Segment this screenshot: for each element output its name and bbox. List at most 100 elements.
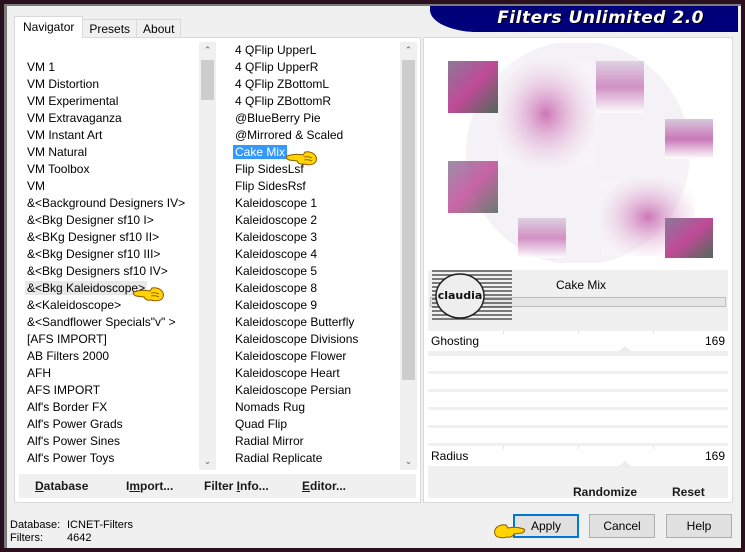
list-item[interactable]: Alf's Border FX: [21, 399, 199, 416]
list-item-label: Radial Replicate: [235, 451, 323, 465]
list-item[interactable]: &<Bkg Designer sf10 III>: [21, 246, 199, 263]
list-item[interactable]: 4 QFlip UpperR: [229, 59, 400, 76]
list-item-label: @BlueBerry Pie: [235, 111, 321, 125]
list-item[interactable]: &<Bkg Designer sf10 I>: [21, 212, 199, 229]
list-item-label: VM Natural: [27, 145, 88, 159]
scroll-down-icon[interactable]: ⌄: [199, 453, 216, 470]
category-scrollbar[interactable]: ⌃ ⌄: [199, 42, 216, 470]
list-item[interactable]: &<Sandflower Specials"v" >: [21, 314, 199, 331]
list-item[interactable]: Kaleidoscope 5: [229, 263, 400, 280]
cancel-button[interactable]: Cancel: [589, 514, 655, 538]
list-item-label: Kaleidoscope 2: [235, 213, 318, 227]
ghosting-slider[interactable]: Ghosting 169: [428, 331, 728, 352]
list-item-label: VM: [27, 179, 45, 193]
randomize-button[interactable]: Randomize: [573, 485, 637, 499]
list-item[interactable]: VM: [21, 178, 199, 195]
list-item-label: Alf's Power Toys: [27, 451, 115, 465]
list-item-label: @Mirrored & Scaled: [235, 128, 344, 142]
reset-button[interactable]: Reset: [672, 485, 705, 499]
list-item[interactable]: Kaleidoscope 9: [229, 297, 400, 314]
list-item[interactable]: &<BKg Designer sf10 II>: [21, 229, 199, 246]
import-label-rest: port...: [140, 479, 174, 493]
slider-tick: [578, 331, 579, 334]
list-item[interactable]: Alf's Power Grads: [21, 416, 199, 433]
list-item[interactable]: Flip SidesRsf: [229, 178, 400, 195]
filter-list[interactable]: 4 QFlip UpperL 4 QFlip UpperR 4 QFlip ZBot…: [229, 42, 417, 470]
list-item-label: VM Toolbox: [27, 162, 90, 176]
list-item[interactable]: Kaleidoscope 3: [229, 229, 400, 246]
help-button[interactable]: Help: [666, 514, 732, 538]
radius-slider-thumb[interactable]: [618, 461, 632, 467]
import-button[interactable]: Import...: [126, 479, 173, 493]
list-item[interactable]: VM Toolbox: [21, 161, 199, 178]
list-item[interactable]: VM Experimental: [21, 93, 199, 110]
list-item[interactable]: Kaleidoscope 8: [229, 280, 400, 297]
list-item-label: &<Kaleidoscope>: [27, 298, 122, 312]
list-item[interactable]: Radial Replicate: [229, 450, 400, 467]
list-item[interactable]: Quad Flip: [229, 416, 400, 433]
list-item-label: VM Instant Art: [27, 128, 103, 142]
pointing-hand-icon: [285, 151, 317, 166]
list-item[interactable]: VM Instant Art: [21, 127, 199, 144]
list-item[interactable]: Kaleidoscope Divisions: [229, 331, 400, 348]
list-item[interactable]: Kaleidoscope 1: [229, 195, 400, 212]
scroll-down-icon[interactable]: ⌄: [400, 453, 417, 470]
list-item[interactable]: &<Bkg Kaleidoscope>: [21, 280, 199, 297]
list-item-label: Kaleidoscope 4: [235, 247, 318, 261]
list-item-label: Kaleidoscope 8: [235, 281, 318, 295]
list-item[interactable]: AFS IMPORT: [21, 382, 199, 399]
list-item-label: Kaleidoscope 3: [235, 230, 318, 244]
scroll-up-icon[interactable]: ⌃: [400, 42, 417, 59]
filter-info-button[interactable]: Filter Info...: [204, 479, 269, 493]
list-item[interactable]: Seamless Blend: [229, 467, 400, 470]
list-item[interactable]: Kaleidoscope 4: [229, 246, 400, 263]
list-item[interactable]: Kaleidoscope Heart: [229, 365, 400, 382]
tab-presets[interactable]: Presets: [82, 19, 138, 38]
list-item[interactable]: @Mirrored & Scaled: [229, 127, 400, 144]
preview-tile: [665, 119, 713, 159]
list-item-label: &<Bkg Designer sf10 III>: [27, 247, 161, 261]
database-status: Database: ICNET-Filters: [10, 519, 133, 531]
scrollbar-thumb[interactable]: [402, 60, 415, 380]
pointing-hand-icon: [132, 287, 164, 302]
list-item[interactable]: Kaleidoscope Persian: [229, 382, 400, 399]
list-item[interactable]: Kaleidoscope Flower: [229, 348, 400, 365]
list-item[interactable]: 4 QFlip ZBottomR: [229, 93, 400, 110]
list-item[interactable]: 4 QFlip ZBottomL: [229, 76, 400, 93]
list-item[interactable]: AB Filters 2000: [21, 348, 199, 365]
list-item[interactable]: VM Distortion: [21, 76, 199, 93]
list-item[interactable]: Alf's Power Toys: [21, 450, 199, 467]
list-item[interactable]: @BlueBerry Pie: [229, 110, 400, 127]
list-item-label: &<Bkg Designer sf10 I>: [27, 213, 154, 227]
list-item[interactable]: Alf's Power Sines: [21, 433, 199, 450]
list-item-label: Seamless Blend: [233, 468, 324, 470]
radius-slider[interactable]: Radius 169: [428, 446, 728, 467]
list-item[interactable]: AFH: [21, 365, 199, 382]
preview-canvas: [448, 43, 713, 263]
list-item[interactable]: VM Natural: [21, 144, 199, 161]
category-list[interactable]: VM 1 VM Distortion VM Experimental VM Extra…: [21, 42, 216, 470]
ghosting-slider-thumb[interactable]: [618, 346, 632, 352]
list-item[interactable]: Nomads Rug: [229, 399, 400, 416]
scroll-up-icon[interactable]: ⌃: [199, 42, 216, 59]
list-item[interactable]: Radial Mirror: [229, 433, 400, 450]
scrollbar-thumb[interactable]: [201, 60, 214, 100]
editor-button[interactable]: Editor...: [302, 479, 346, 493]
list-item[interactable]: Kaleidoscope 2: [229, 212, 400, 229]
list-item[interactable]: VM Extravaganza: [21, 110, 199, 127]
tab-navigator[interactable]: Navigator: [14, 16, 84, 38]
list-item[interactable]: Kaleidoscope Butterfly: [229, 314, 400, 331]
list-item-label: &<Sandflower Specials"v" >: [27, 315, 176, 329]
tab-strip: Navigator Presets About: [14, 16, 182, 38]
list-item-label: Kaleidoscope Butterfly: [235, 315, 355, 329]
list-item[interactable]: [AFS IMPORT]: [21, 331, 199, 348]
list-item[interactable]: &<Background Designers IV>: [21, 195, 199, 212]
list-item[interactable]: &<Bkg Designers sf10 IV>: [21, 263, 199, 280]
filter-scrollbar[interactable]: ⌃ ⌄: [400, 42, 417, 470]
list-item[interactable]: 4 QFlip UpperL: [229, 42, 400, 59]
list-item[interactable]: Alf's Border...: [21, 467, 199, 470]
tab-about[interactable]: About: [136, 19, 182, 38]
list-item[interactable]: &<Kaleidoscope>: [21, 297, 199, 314]
list-item[interactable]: VM 1: [21, 59, 199, 76]
database-button[interactable]: Database: [35, 479, 88, 493]
